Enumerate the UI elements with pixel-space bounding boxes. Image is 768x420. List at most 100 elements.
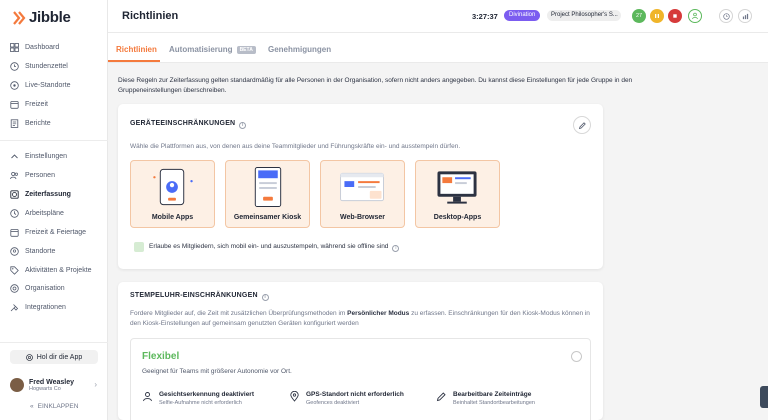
get-app-button[interactable]: Hol dir die App [10, 350, 98, 364]
chevron-right-icon: › [94, 380, 97, 389]
tab-label: Richtlinien [116, 45, 157, 54]
sidebar-item-timeoff[interactable]: Freizeit [10, 97, 48, 111]
offline-checkbox[interactable] [134, 242, 144, 252]
stop-icon[interactable] [668, 9, 682, 23]
avatar [10, 378, 24, 392]
user-name: Fred Weasley [29, 378, 75, 386]
sidebar-item-settings[interactable]: Einstellungen [10, 149, 67, 163]
kiosk-icon [254, 167, 282, 207]
sidebar-item-timesheets[interactable]: Stundenzettel [10, 59, 68, 73]
platform-mobile-apps[interactable]: Mobile Apps [130, 160, 215, 228]
sidebar-item-holidays[interactable]: Freizeit & Feiertage [10, 225, 86, 239]
mobile-app-icon [153, 168, 193, 206]
platform-label: Mobile Apps [151, 214, 194, 221]
offline-label: Erlaube es Mitgliedern, sich mobil ein- … [149, 243, 400, 252]
sidebar-item-activities[interactable]: Aktivitäten & Projekte [10, 263, 92, 277]
info-icon[interactable]: i [261, 294, 269, 301]
tab-label: Genehmigungen [268, 45, 332, 54]
card-title: GERÄTEEINSCHRÄNKUNGEN i [130, 120, 247, 129]
pin-icon [10, 246, 19, 256]
feature-title: Bearbeitbare Zeiteinträge [453, 391, 532, 398]
holiday-icon [10, 228, 19, 237]
tab-automation[interactable]: Automatisierung BETA [169, 45, 256, 54]
sidebar-item-label: Personen [25, 171, 55, 179]
apps-icon[interactable] [738, 9, 752, 23]
info-icon[interactable]: i [239, 122, 247, 129]
logo[interactable]: Jibble [12, 9, 71, 26]
chevron-up-icon [11, 153, 18, 158]
dashboard-icon [10, 42, 19, 52]
user-org: Hogwarts Co [29, 385, 61, 392]
people-icon [10, 171, 18, 179]
device-restrictions-card: GERÄTEEINSCHRÄNKUNGEN i Wähle die Plattfo… [118, 104, 603, 269]
location-icon [10, 80, 19, 90]
mode-subtitle: Geeignet für Teams mit größerer Autonomi… [142, 368, 292, 375]
platform-shared-kiosk[interactable]: Gemeinsamer Kiosk [225, 160, 310, 228]
sidebar-item-label: Berichte [25, 119, 51, 127]
header: Richtlinien 3:27:37 Divination Project P… [108, 0, 768, 33]
platform-label: Gemeinsamer Kiosk [233, 214, 302, 221]
sidebar-item-timetracking[interactable]: Zeiterfassung [10, 187, 71, 201]
sidebar-item-live-locations[interactable]: Live-Standorte [10, 78, 71, 92]
get-app-label: Hol dir die App [36, 353, 83, 361]
feature-item: GPS-Standort nicht erforderlich Geofence… [289, 391, 404, 406]
sidebar: Jibble Dashboard Stundenzettel Live-Stan… [0, 0, 108, 420]
platform-label: Desktop-Apps [433, 214, 482, 221]
tag-icon [10, 265, 19, 275]
mode-title: Flexibel [142, 351, 180, 362]
timetracking-icon [10, 189, 19, 199]
feature-subtitle: Geofences deaktiviert [306, 400, 360, 406]
clock-in-icon[interactable] [688, 9, 702, 23]
help-icon [25, 353, 33, 361]
feature-title: Gesichtserkennung deaktiviert [159, 391, 255, 398]
card-description: Wähle die Plattformen aus, von denen aus… [130, 143, 461, 150]
collapse-button[interactable]: « EINKLAPPEN [30, 403, 78, 410]
sidebar-item-label: Live-Standorte [25, 81, 71, 89]
sidebar-item-label: Freizeit [25, 100, 48, 108]
collapse-label: EINKLAPPEN [37, 403, 79, 410]
mode-radio[interactable] [571, 351, 582, 362]
feedback-tab[interactable] [760, 386, 768, 408]
feature-title: GPS-Standort nicht erforderlich [306, 391, 404, 398]
reports-icon [10, 118, 19, 128]
sidebar-item-integrations[interactable]: Integrationen [10, 300, 66, 314]
platform-web-browser[interactable]: Web-Browser [320, 160, 405, 228]
help-icon[interactable] [719, 9, 733, 23]
active-tab-indicator [108, 60, 160, 62]
sidebar-item-schedules[interactable]: Arbeitspläne [10, 206, 64, 220]
sidebar-item-people[interactable]: Personen [10, 168, 55, 182]
offline-label-text: Erlaube es Mitgliedern, sich mobil ein- … [149, 243, 389, 250]
mode-option-flexible[interactable]: Flexibel Geeignet für Teams mit größerer… [130, 338, 591, 420]
sidebar-item-label: Zeiterfassung [25, 190, 71, 198]
sidebar-item-dashboard[interactable]: Dashboard [10, 40, 59, 54]
page-title: Richtlinien [122, 10, 179, 22]
user-profile[interactable]: Fred Weasley Hogwarts Co › [10, 374, 100, 396]
sidebar-item-label: Stundenzettel [25, 62, 68, 70]
activity-tag[interactable]: Divination [504, 10, 541, 21]
clock-restrictions-card: STEMPELUHR-EINSCHRÄNKUNGEN i Fordere Mitg… [118, 282, 603, 420]
project-tag[interactable]: Project Philosopher's S... [547, 10, 621, 21]
logo-text: Jibble [29, 9, 71, 26]
edit-button[interactable] [573, 116, 591, 134]
platform-desktop-apps[interactable]: Desktop-Apps [415, 160, 500, 228]
card-title-text: GERÄTEEINSCHRÄNKUNGEN [130, 120, 236, 127]
status-badge[interactable]: 27 [632, 9, 646, 23]
sidebar-divider [0, 140, 108, 141]
sidebar-item-label: Arbeitspläne [25, 209, 64, 217]
sidebar-item-organization[interactable]: Organisation [10, 281, 65, 295]
org-icon [10, 283, 19, 293]
desktop-icon [437, 171, 477, 204]
location-pin-icon [290, 391, 299, 402]
sidebar-item-reports[interactable]: Berichte [10, 116, 51, 130]
break-icon[interactable] [650, 9, 664, 23]
tab-policies[interactable]: Richtlinien [116, 45, 157, 54]
feature-subtitle: Selfie-Aufnahme nicht erforderlich [159, 400, 242, 406]
timesheet-icon [10, 61, 19, 71]
feature-subtitle: Beinhaltet Standortbearbeitungen [453, 400, 535, 406]
tab-approvals[interactable]: Genehmigungen [268, 45, 331, 54]
sidebar-item-locations[interactable]: Standorte [10, 244, 55, 258]
sidebar-item-label: Einstellungen [25, 152, 68, 160]
sidebar-item-label: Aktivitäten & Projekte [25, 266, 92, 274]
info-icon[interactable]: i [392, 245, 400, 252]
description-text: Fordere Mitglieder auf, die Zeit mit zus… [130, 310, 348, 317]
